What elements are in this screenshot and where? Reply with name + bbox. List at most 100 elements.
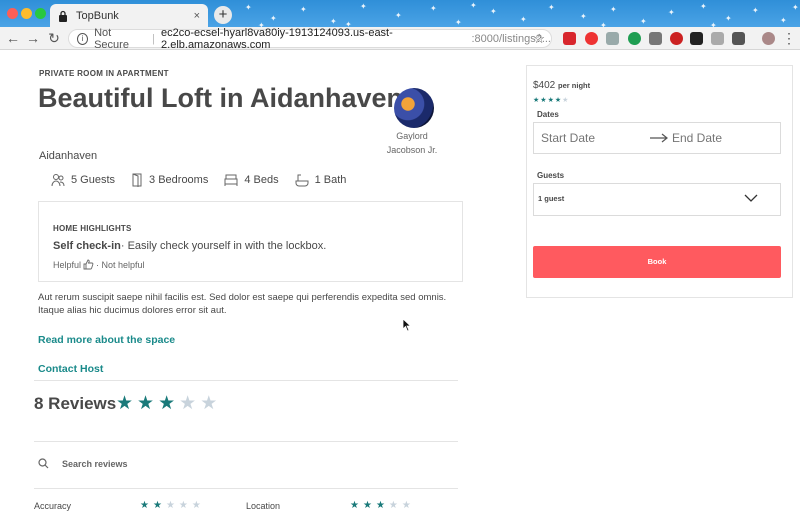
lock-favicon-icon [59, 10, 67, 22]
star-filled-icon: ★ [137, 393, 155, 414]
extension-green-icon[interactable] [628, 32, 641, 45]
highlight-item: Self check-in· Easily check yourself in … [53, 240, 326, 252]
star-filled-icon: ★ [158, 393, 176, 414]
host-last-name: Jacobson Jr. [386, 145, 438, 155]
snowflake-decoration-icon: ✦ [792, 3, 799, 12]
guests-label: Guests [537, 171, 565, 180]
guests-value: 1 guest [538, 194, 565, 203]
bathtub-icon [295, 174, 309, 187]
book-button[interactable]: Book [533, 246, 781, 278]
search-reviews-placeholder: Search reviews [62, 458, 128, 469]
listing-description: Aut rerum suscipit saepe nihil facilis e… [38, 292, 447, 316]
tab-title: TopBunk [76, 9, 119, 22]
host-name[interactable]: Gaylord Jacobson Jr. [380, 129, 444, 157]
extension-window-icon[interactable] [649, 32, 662, 45]
extension-opera-icon[interactable] [585, 32, 598, 45]
snowflake-decoration-icon: ✦ [520, 15, 527, 24]
reload-icon[interactable]: ↻ [46, 30, 62, 46]
room-type: PRIVATE ROOM IN APARTMENT [39, 69, 169, 78]
snowflake-decoration-icon: ✦ [245, 3, 252, 12]
snowflake-decoration-icon: ✦ [700, 2, 707, 11]
omnibox-divider: | [152, 32, 156, 45]
amenity-beds: 4 Beds [224, 174, 279, 186]
new-tab-button[interactable]: + [214, 6, 232, 24]
star-filled-icon: ★ [350, 500, 359, 511]
extension-puzzle-icon[interactable] [711, 32, 724, 45]
back-arrow-icon[interactable]: ← [5, 30, 21, 46]
snowflake-decoration-icon: ✦ [490, 7, 497, 16]
snowflake-decoration-icon: ✦ [300, 5, 307, 14]
snowflake-decoration-icon: ✦ [360, 2, 367, 11]
browser-tab[interactable]: TopBunk × [50, 4, 208, 27]
address-bar[interactable]: i Not Secure | ec2co-ecsel-hyarl8va80iy-… [68, 26, 552, 51]
amenity-bedrooms: 3 Bedrooms [131, 173, 208, 187]
rating-category-label: Location [246, 501, 281, 511]
info-icon[interactable]: i [77, 32, 89, 45]
extension-react-icon[interactable] [690, 32, 703, 45]
search-icon [38, 458, 49, 469]
snowflake-decoration-icon: ✦ [640, 17, 647, 26]
close-window-button[interactable] [7, 8, 18, 19]
extension-red-icon[interactable] [563, 32, 576, 45]
mouse-cursor-icon [402, 318, 412, 332]
read-more-link[interactable]: Read more about the space [38, 334, 175, 346]
snowflake-decoration-icon: ✦ [470, 1, 477, 10]
snowflake-decoration-icon: ✦ [580, 12, 587, 21]
booking-rating-stars: ★ ★ ★ ★ ★ [533, 96, 569, 104]
extension-pen-icon[interactable] [732, 32, 745, 45]
star-filled-icon: ★ [554, 97, 562, 104]
amenity-guests-label: 5 Guests [71, 174, 116, 186]
start-date-input[interactable]: Start Date [541, 131, 648, 145]
door-icon [132, 173, 142, 187]
minimize-window-button[interactable] [21, 8, 32, 19]
star-filled-icon: ★ [533, 97, 540, 104]
profile-avatar-icon[interactable] [762, 32, 775, 45]
guests-icon [51, 174, 65, 187]
listing-title: Beautiful Loft in Aidanhaven [38, 83, 404, 113]
host-avatar[interactable] [394, 88, 434, 128]
browser-menu-icon[interactable]: ⋮ [781, 30, 797, 46]
extension-block-icon[interactable] [670, 32, 683, 45]
snowflake-decoration-icon: ✦ [725, 14, 732, 23]
helpful-link[interactable]: Helpful [53, 260, 81, 270]
browser-toolbar: ← → ↻ i Not Secure | ec2co-ecsel-hyarl8v… [0, 26, 800, 51]
search-reviews-input[interactable]: Search reviews [38, 458, 128, 469]
highlight-text: · Easily check yourself in with the lock… [120, 240, 327, 252]
price-line: $402 per night [533, 80, 590, 91]
amenity-guests: 5 Guests [51, 173, 115, 187]
thumbs-up-icon[interactable] [83, 259, 94, 270]
forward-arrow-icon[interactable]: → [25, 30, 41, 46]
arrow-right-icon [650, 133, 668, 143]
highlight-title: Self check-in [53, 240, 121, 252]
star-filled-icon: ★ [152, 500, 162, 511]
extension-grid-icon[interactable] [606, 32, 619, 45]
guests-select[interactable]: 1 guest [533, 183, 781, 216]
not-helpful-link[interactable]: · Not helpful [96, 260, 145, 270]
star-empty-icon: ★ [562, 97, 569, 104]
contact-host-link[interactable]: Contact Host [38, 363, 103, 375]
amenity-beds-label: 4 Beds [244, 174, 279, 186]
snowflake-decoration-icon: ✦ [668, 8, 675, 17]
star-empty-icon: ★ [165, 500, 175, 511]
divider [34, 380, 458, 381]
end-date-input[interactable]: End Date [672, 131, 722, 145]
reviews-rating-stars: ★ ★ ★ ★ ★ [116, 394, 221, 414]
host-first-name: Gaylord [396, 131, 428, 141]
highlight-feedback: Helpful · Not helpful [53, 259, 145, 270]
chevron-down-icon [744, 194, 758, 202]
amenity-baths-label: 1 Bath [314, 174, 347, 186]
bed-icon [224, 174, 238, 186]
snowflake-decoration-icon: ✦ [395, 11, 402, 20]
rating-category-stars: ★ ★ ★ ★ ★ [350, 500, 415, 511]
tab-close-icon[interactable]: × [194, 10, 200, 22]
dates-label: Dates [537, 110, 559, 119]
bookmark-star-icon[interactable]: ☆ [533, 31, 545, 47]
amenity-baths: 1 Bath [295, 173, 347, 187]
maximize-window-button[interactable] [35, 8, 46, 19]
security-label: Not Secure [94, 26, 129, 51]
star-empty-icon: ★ [178, 500, 188, 511]
snowflake-decoration-icon: ✦ [430, 4, 437, 13]
snowflake-decoration-icon: ✦ [610, 5, 617, 14]
snowflake-decoration-icon: ✦ [548, 3, 555, 12]
star-filled-icon: ★ [116, 393, 134, 414]
